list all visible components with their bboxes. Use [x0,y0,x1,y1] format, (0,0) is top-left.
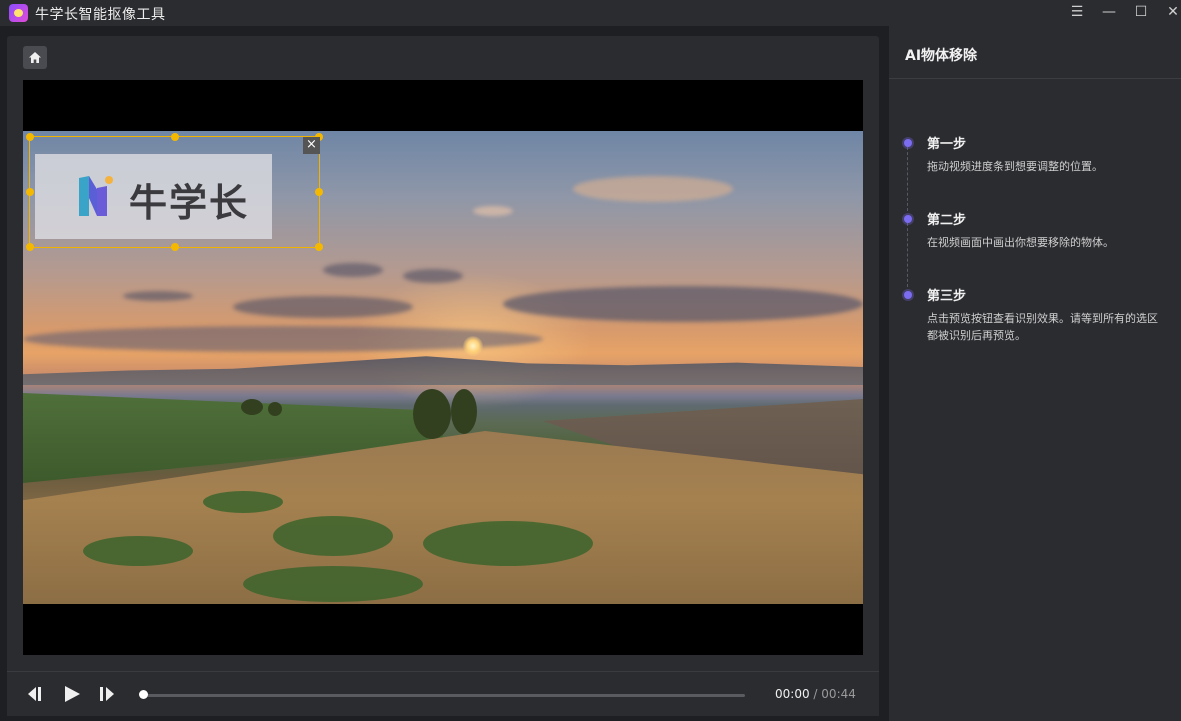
step-description: 点击预览按钮查看识别效果。请等到所有的选区都被识别后再预览。 [927,312,1158,342]
resize-handle-right[interactable] [315,188,323,196]
tree [413,389,451,439]
app-logo-icon [9,4,28,22]
sun [463,336,483,356]
step-dot [904,215,912,223]
cloud [233,296,413,318]
total-time: 00:44 [821,687,856,701]
cloud [123,291,193,301]
cloud [473,206,513,216]
step-description: 在视频画面中画出你想要移除的物体。 [927,236,1114,249]
instructions-panel: AI物体移除 第一步 拖动视频进度条到想要调整的位置。 第二步 在视频画面中画出… [889,26,1181,721]
video-frame[interactable]: 牛学长 × [23,131,863,604]
app-title: 牛学长智能抠像工具 [35,7,166,23]
progress-thumb[interactable] [139,690,148,699]
time-display: 00:00 / 00:44 [775,687,856,701]
step-description: 拖动视频进度条到想要调整的位置。 [927,160,1103,173]
tree [268,402,282,416]
bush [273,516,393,556]
play-button[interactable] [61,683,83,705]
home-button[interactable] [23,46,47,69]
progress-bar[interactable] [143,694,745,697]
step-dot [904,291,912,299]
bush [83,536,193,566]
resize-handle-bottom[interactable] [170,243,179,251]
play-icon [65,686,80,702]
step-dot [904,139,912,147]
resize-handle-left[interactable] [26,188,34,196]
resize-handle-top-left[interactable] [26,133,34,141]
video-player[interactable]: 牛学长 × [23,80,863,655]
time-separator: / [813,687,818,701]
current-time: 00:00 [775,687,810,701]
step-connector [907,223,908,287]
cloud [573,176,733,202]
cloud [503,286,863,322]
tree [451,389,477,434]
selection-close-icon[interactable]: × [303,137,320,154]
prev-frame-icon [28,687,41,701]
prev-frame-button[interactable] [25,683,47,705]
divider [889,78,1181,79]
step-title: 第二步 [927,213,967,228]
step-title: 第三步 [927,289,967,304]
bush [423,521,593,566]
step-title: 第一步 [927,137,967,152]
maximize-icon[interactable]: ☐ [1130,2,1152,22]
home-icon [29,52,41,63]
close-icon[interactable]: ✕ [1162,2,1181,22]
player-controls: 00:00 / 00:44 [7,671,879,716]
resize-handle-bottom-left[interactable] [26,243,34,251]
menu-icon[interactable]: ☰ [1066,2,1088,22]
cloud [403,269,463,283]
selection-box[interactable]: × [26,133,323,251]
panel-title: AI物体移除 [905,48,978,64]
cloud [323,263,383,277]
resize-handle-bottom-right[interactable] [315,243,323,251]
title-bar: 牛学长智能抠像工具 ☰ — ☐ ✕ [0,0,1181,26]
minimize-icon[interactable]: — [1098,2,1120,22]
bush [243,566,423,602]
next-frame-button[interactable] [96,683,118,705]
preview-panel: 牛学长 × 00:00 / 00:44 [7,36,879,716]
bush [203,491,283,513]
tree [241,399,263,415]
resize-handle-top[interactable] [170,133,179,141]
next-frame-icon [100,687,114,701]
step-connector [907,147,908,211]
